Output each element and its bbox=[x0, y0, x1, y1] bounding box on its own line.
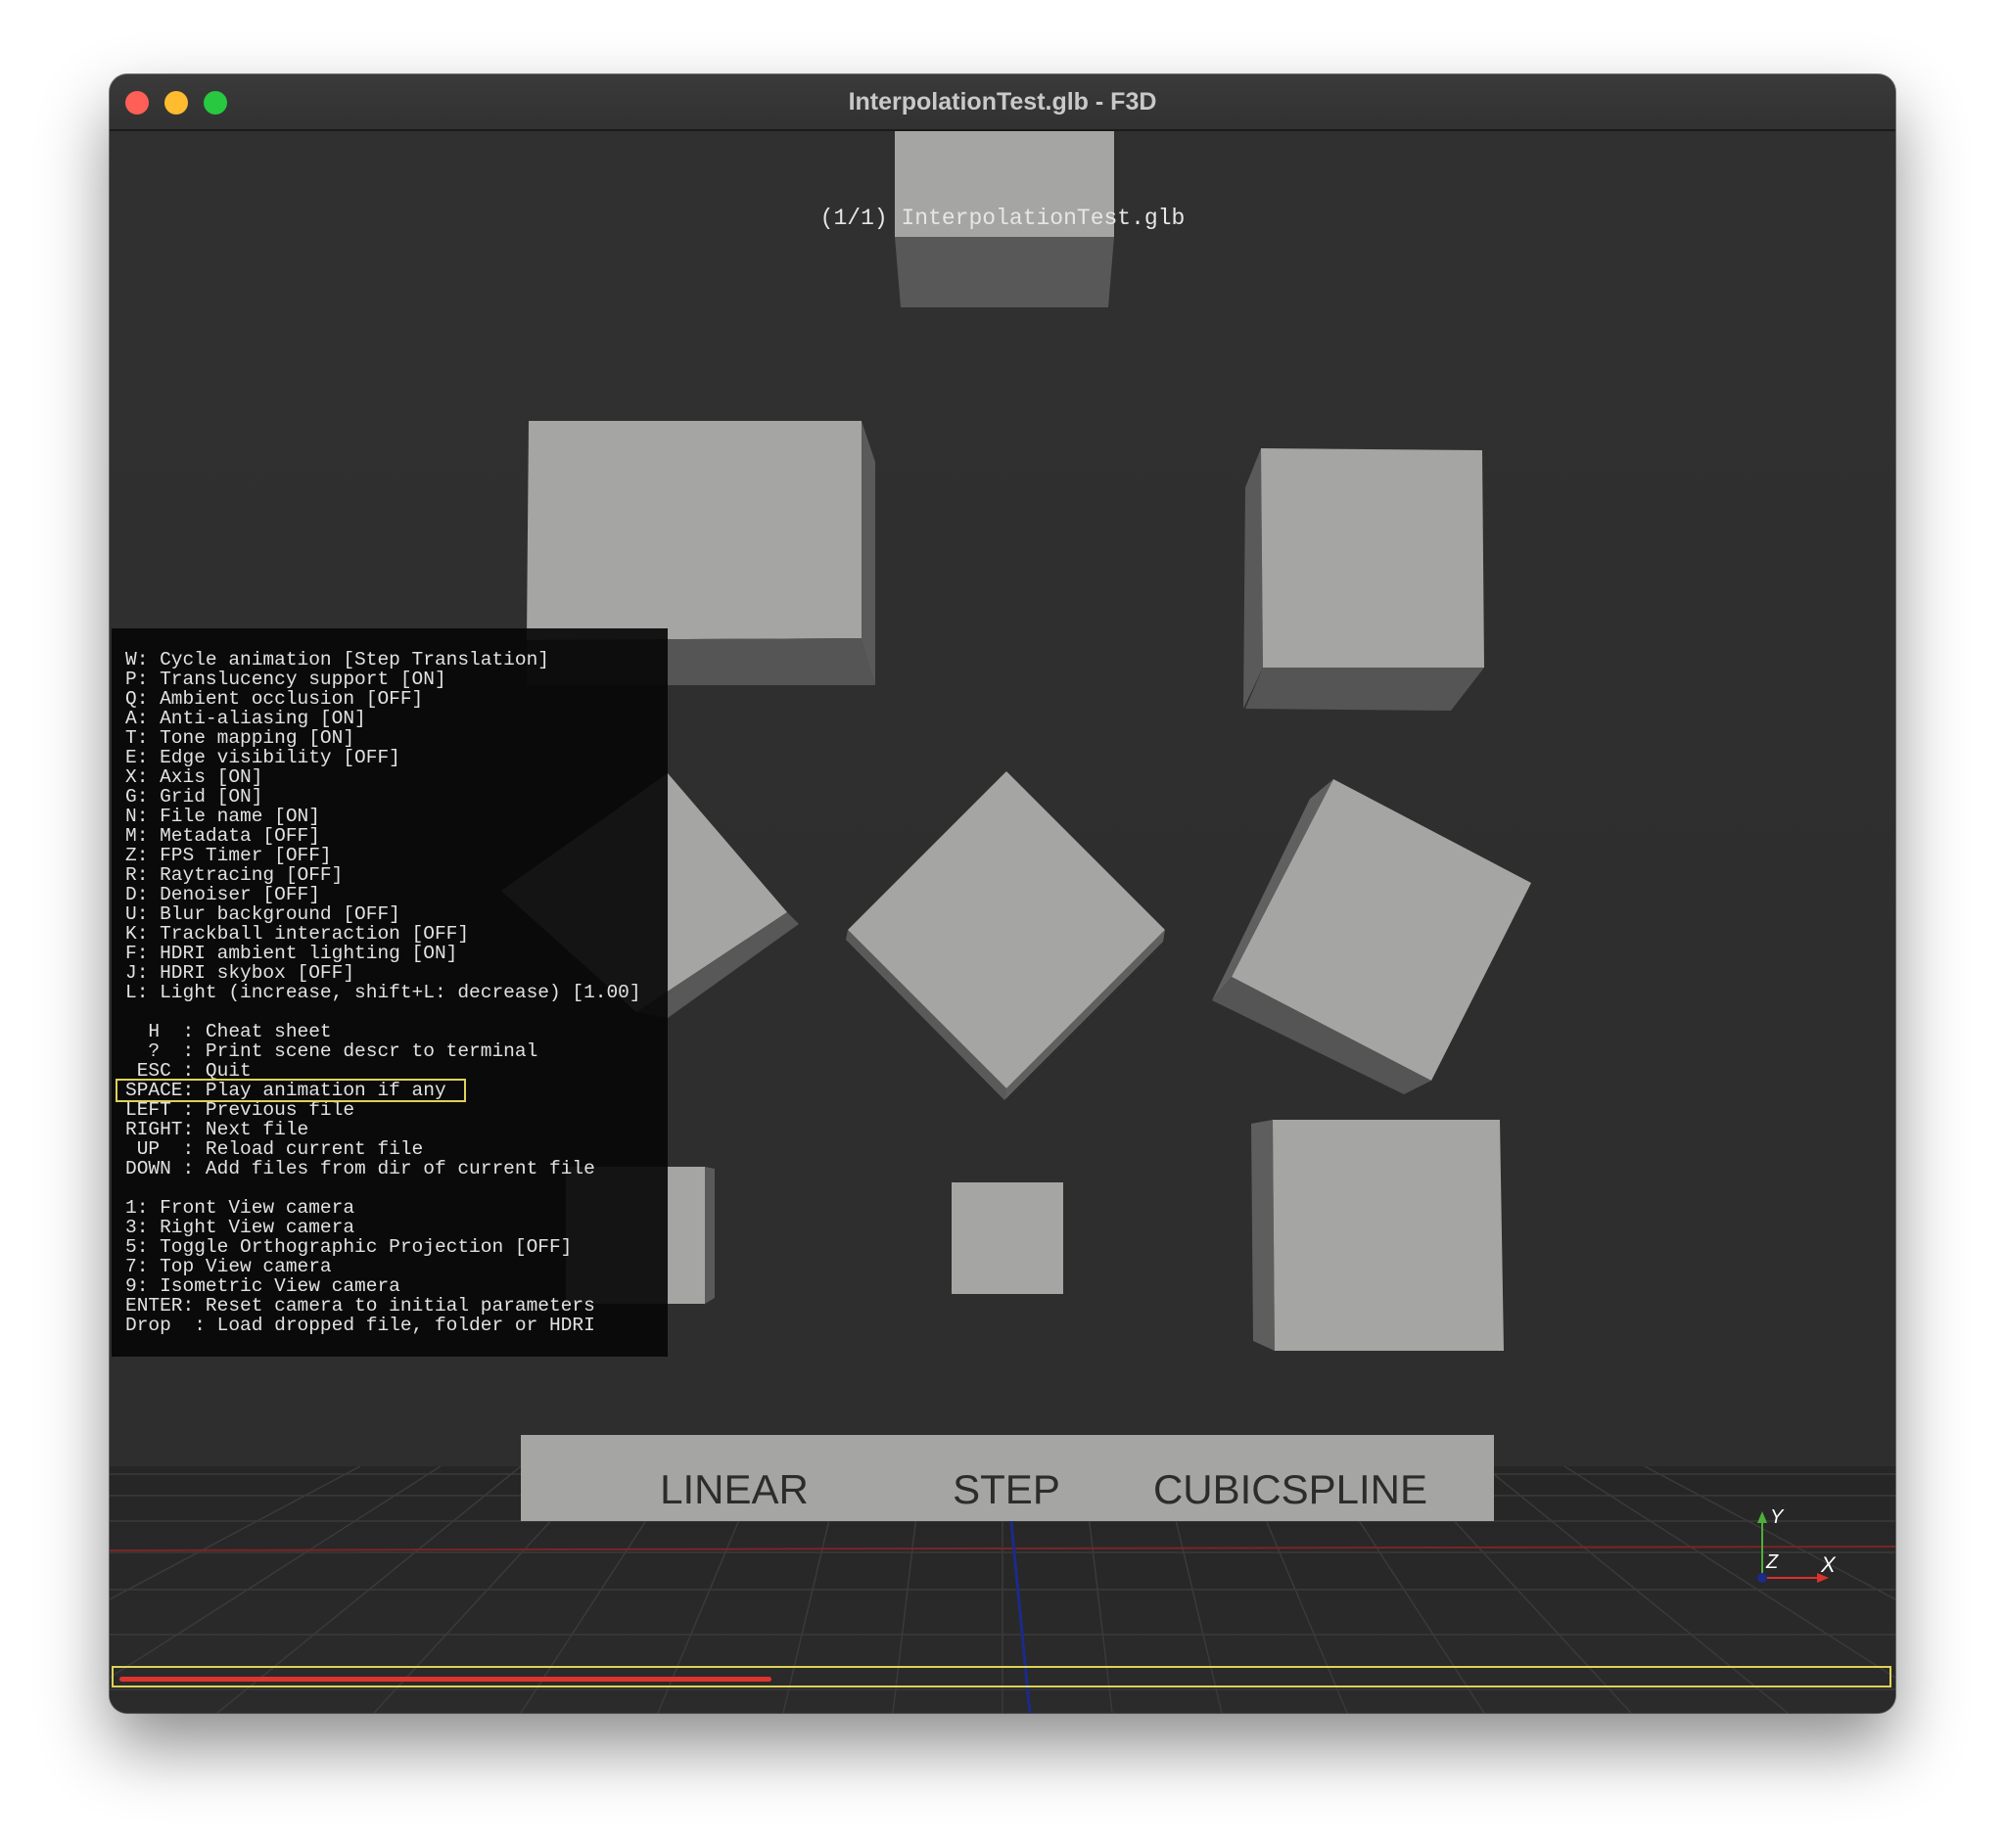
cube-upper-right bbox=[1243, 448, 1484, 711]
cheat-sheet-line: 3: Right View camera bbox=[125, 1217, 355, 1238]
cheat-sheet-line: R: Raytracing [OFF] bbox=[125, 864, 344, 886]
cheat-sheet-line bbox=[125, 1178, 641, 1198]
cheat-sheet-line: K: Trackball interaction [OFF] bbox=[125, 923, 470, 945]
cheat-sheet-line: W: Cycle animation [Step Translation] bbox=[125, 649, 549, 670]
cheat-sheet-line: J: HDRI skybox [OFF] bbox=[125, 962, 355, 984]
cheat-sheet-line: ENTER: Reset camera to initial parameter… bbox=[125, 1295, 595, 1317]
cube-lower-right bbox=[1251, 1120, 1504, 1351]
animation-progress-fill bbox=[119, 1677, 771, 1682]
render-viewport[interactable]: LINEAR STEP CUBICSPLINE Y Z X (1/1) Inte… bbox=[110, 131, 1895, 1713]
animation-progress-track bbox=[119, 1677, 1882, 1682]
interpolation-labels-plane: LINEAR STEP CUBICSPLINE bbox=[521, 1435, 1494, 1521]
cheat-sheet-line bbox=[125, 1002, 641, 1022]
filename-overlay: (1/1) InterpolationTest.glb bbox=[819, 206, 1186, 231]
cheat-sheet-line: F: HDRI ambient lighting [ON] bbox=[125, 943, 458, 964]
animation-progress-bar[interactable] bbox=[112, 1666, 1891, 1687]
window-title: InterpolationTest.glb - F3D bbox=[848, 88, 1157, 116]
cheat-sheet-line: Drop : Load dropped file, folder or HDRI bbox=[125, 1315, 595, 1336]
cheat-sheet-line: G: Grid [ON] bbox=[125, 786, 263, 808]
cheat-sheet-line-highlighted: SPACE: Play animation if any bbox=[116, 1079, 466, 1102]
axis-x-label: X bbox=[1820, 1552, 1837, 1577]
cheat-sheet-line: U: Blur background [OFF] bbox=[125, 903, 400, 925]
cheat-sheet-line: ESC : Quit bbox=[125, 1060, 252, 1082]
cheat-sheet-line: M: Metadata [OFF] bbox=[125, 825, 320, 847]
cheat-sheet-line: D: Denoiser [OFF] bbox=[125, 884, 320, 905]
cheat-sheet-line: X: Axis [ON] bbox=[125, 766, 263, 788]
cheat-sheet-line: ? : Print scene descr to terminal bbox=[125, 1040, 538, 1062]
cheat-sheet-line: DOWN : Add files from dir of current fil… bbox=[125, 1158, 595, 1179]
cheat-sheet-line: T: Tone mapping [ON] bbox=[125, 727, 355, 749]
cheat-sheet-lines: W: Cycle animation [Step Translation] P: … bbox=[116, 649, 641, 1336]
title-bar[interactable]: InterpolationTest.glb - F3D bbox=[110, 74, 1895, 131]
cheat-sheet-line: P: Translucency support [ON] bbox=[125, 669, 446, 690]
cheat-sheet-line: E: Edge visibility [OFF] bbox=[125, 747, 400, 768]
cheat-sheet-line: RIGHT: Next file bbox=[125, 1119, 309, 1140]
cheat-sheet-line: 5: Toggle Orthographic Projection [OFF] bbox=[125, 1236, 573, 1258]
cheat-sheet-line: Z: FPS Timer [OFF] bbox=[125, 845, 332, 866]
cheat-sheet-line: LEFT : Previous file bbox=[125, 1099, 355, 1121]
cheat-sheet-line: 1: Front View camera bbox=[125, 1197, 355, 1219]
cheat-sheet-line: Q: Ambient occlusion [OFF] bbox=[125, 688, 424, 710]
cheat-sheet-line: 7: Top View camera bbox=[125, 1256, 332, 1277]
axis-z-label: Z bbox=[1765, 1551, 1779, 1573]
label-linear: LINEAR bbox=[660, 1466, 809, 1512]
cheat-sheet-line: UP : Reload current file bbox=[125, 1138, 424, 1160]
cheat-sheet-line: N: File name [ON] bbox=[125, 806, 320, 827]
cheat-sheet-line: H : Cheat sheet bbox=[125, 1021, 332, 1042]
app-window: InterpolationTest.glb - F3D LINEAR STEP … bbox=[110, 74, 1895, 1713]
axis-y-label: Y bbox=[1770, 1506, 1785, 1528]
label-cubicspline: CUBICSPLINE bbox=[1153, 1466, 1427, 1512]
cheat-sheet-line: L: Light (increase, shift+L: decrease) [… bbox=[125, 982, 641, 1003]
cheat-sheet-panel: W: Cycle animation [Step Translation] P: … bbox=[112, 628, 668, 1357]
label-step: STEP bbox=[953, 1466, 1060, 1512]
cheat-sheet-line: 9: Isometric View camera bbox=[125, 1275, 400, 1297]
cheat-sheet-line: A: Anti-aliasing [ON] bbox=[125, 708, 366, 729]
cube-lower-center bbox=[952, 1182, 1063, 1294]
